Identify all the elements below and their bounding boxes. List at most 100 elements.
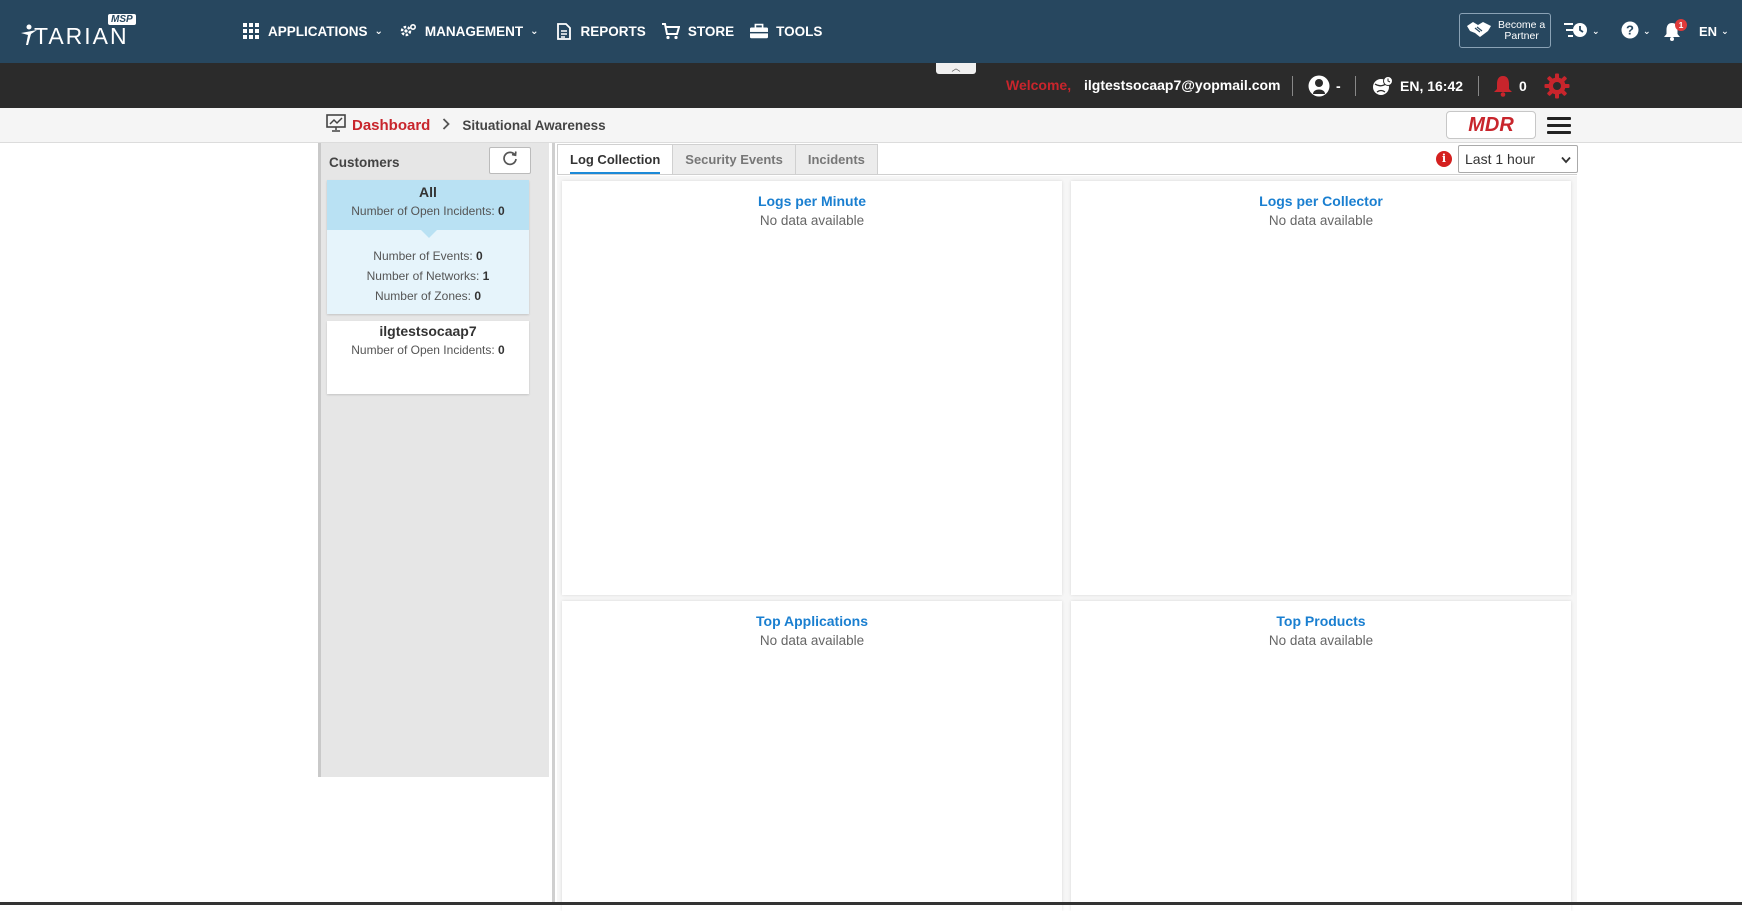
user-status-value: - [1336,78,1341,94]
widget-area: Logs per Minute No data available Logs p… [557,176,1577,911]
become-partner-label: Become a Partner [1498,19,1545,42]
globe-clock-icon [1372,76,1394,96]
divider [1292,76,1293,96]
user-email[interactable]: ilgtestsocaap7@yopmail.com [1084,77,1281,93]
chevron-up-icon: ︿ [951,63,961,73]
logo-msp-tag: MSP [108,14,136,25]
customer-card-header: All Number of Open Incidents: 0 [327,180,529,238]
menu-management-label: MANAGEMENT [424,23,524,39]
refresh-icon [502,150,518,171]
alerts-button[interactable]: 0 [1493,74,1527,98]
widget-logs-per-collector: Logs per Collector No data available [1071,181,1571,595]
chevron-down-icon: ⌄ [530,25,539,37]
logo-wordmark: TARIAN [34,23,129,49]
events-value: 0 [476,249,483,263]
widget-logs-per-minute: Logs per Minute No data available [562,181,1062,595]
open-incidents-value: 0 [498,343,505,357]
tab-security-events[interactable]: Security Events [672,144,796,174]
locale-time-value: EN, 16:42 [1400,78,1464,94]
widget-title[interactable]: Top Applications [562,613,1062,629]
alert-bell-icon [1493,75,1513,97]
settings-gear-icon [1544,73,1570,99]
chevron-down-icon: ⌄ [1721,25,1729,36]
recent-activity-menu[interactable]: ⌄ [1564,19,1600,43]
handshake-icon [1466,20,1492,41]
breadcrumb-bar: Dashboard Situational Awareness MDR [0,108,1742,143]
top-navigation-bar: TARIAN MSP APPLICATIONS ⌄ MANAGEMENT ⌄ R… [0,0,1742,63]
bell-icon: 1 [1663,18,1687,41]
customer-name: ilgtestsocaap7 [379,323,477,339]
chevron-down-icon [1561,146,1571,175]
welcome-text: Welcome, [1006,77,1072,93]
menu-reports[interactable]: REPORTS [555,20,646,42]
user-status[interactable]: - [1308,74,1341,98]
chevron-right-icon [442,117,451,133]
widget-top-products: Top Products No data available [1071,601,1571,911]
menu-reports-label: REPORTS [580,23,646,39]
time-range-value: Last 1 hour [1465,151,1536,167]
chevron-down-icon: ⌄ [1643,25,1651,36]
networks-value: 1 [482,269,490,283]
tarian-logo[interactable]: TARIAN MSP [20,14,140,49]
breadcrumb: Dashboard Situational Awareness [326,113,606,137]
main-menu: APPLICATIONS ⌄ MANAGEMENT ⌄ REPORTS STOR… [242,20,838,42]
widget-title[interactable]: Logs per Collector [1071,193,1571,209]
list-clock-icon [1564,21,1588,42]
info-icon[interactable]: i [1436,151,1452,167]
zones-label: Number of Zones: [374,289,471,303]
tab-incidents[interactable]: Incidents [794,144,878,174]
customers-panel: Customers All Number of Open Incidents: … [318,143,549,777]
open-incidents-value: 0 [498,204,505,218]
refresh-customers-button[interactable] [489,147,531,174]
notifications-button[interactable]: 1 [1663,18,1687,43]
events-line: Number of Events: 0 [327,249,529,263]
divider [1478,76,1479,96]
time-range-select[interactable]: Last 1 hour [1458,145,1578,173]
customer-card-ilgtestsocaap7[interactable]: ilgtestsocaap7 Number of Open Incidents:… [327,321,529,394]
svg-text:?: ? [1626,22,1634,37]
widget-top-applications: Top Applications No data available [562,601,1062,911]
open-incidents-label: Number of Open Incidents: [351,204,495,218]
menu-store-label: STORE [687,23,735,39]
divider [1355,76,1356,96]
menu-tools[interactable]: TOOLS [750,20,822,42]
customers-title: Customers [329,155,400,170]
widget-empty-message: No data available [759,633,865,648]
widget-empty-message: No data available [759,213,865,228]
menu-applications[interactable]: APPLICATIONS ⌄ [242,20,383,42]
help-icon: ? [1621,21,1639,42]
language-menu[interactable]: EN ⌄ [1699,19,1729,43]
tab-label: Log Collection [570,152,661,174]
gear-icon [399,22,417,40]
breadcrumb-dashboard-link[interactable]: Dashboard [352,117,430,134]
locale-time[interactable]: EN, 16:42 [1372,74,1463,98]
hamburger-menu-icon[interactable] [1547,117,1571,135]
grid-icon [242,22,260,40]
toolbox-icon [750,22,769,40]
dashboard-icon [326,113,346,137]
customer-stats: Number of Events: 0 Number of Networks: … [327,230,529,303]
user-info-bar: ︿ Welcome, ilgtestsocaap7@yopmail.com - … [0,63,1742,108]
widget-title[interactable]: Logs per Minute [562,193,1062,209]
open-incidents-line: Number of Open Incidents: 0 [327,204,529,218]
menu-management[interactable]: MANAGEMENT ⌄ [399,20,539,42]
collapse-header-button[interactable]: ︿ [936,63,976,74]
customer-name: All [419,184,437,200]
widget-title[interactable]: Top Products [1071,613,1571,629]
become-partner-button[interactable]: Become a Partner [1459,13,1551,48]
events-label: Number of Events: [373,249,473,263]
settings-button[interactable] [1544,73,1576,99]
widget-empty-message: No data available [1268,633,1374,648]
networks-line: Number of Networks: 1 [327,269,529,283]
partner-label-line-2: Partner [1504,29,1539,42]
mdr-button[interactable]: MDR [1446,111,1536,139]
tab-log-collection[interactable]: Log Collection [557,144,674,174]
menu-applications-label: APPLICATIONS [268,23,368,39]
dashboard-tabs: Log Collection Security Events Incidents [557,144,1577,175]
document-icon [555,22,573,40]
help-menu[interactable]: ? ⌄ [1621,19,1651,43]
menu-store[interactable]: STORE [661,20,735,42]
open-incidents-line: Number of Open Incidents: 0 [327,343,529,357]
chevron-down-icon: ⌄ [1592,25,1600,36]
customer-card-all[interactable]: All Number of Open Incidents: 0 Number o… [327,180,529,314]
